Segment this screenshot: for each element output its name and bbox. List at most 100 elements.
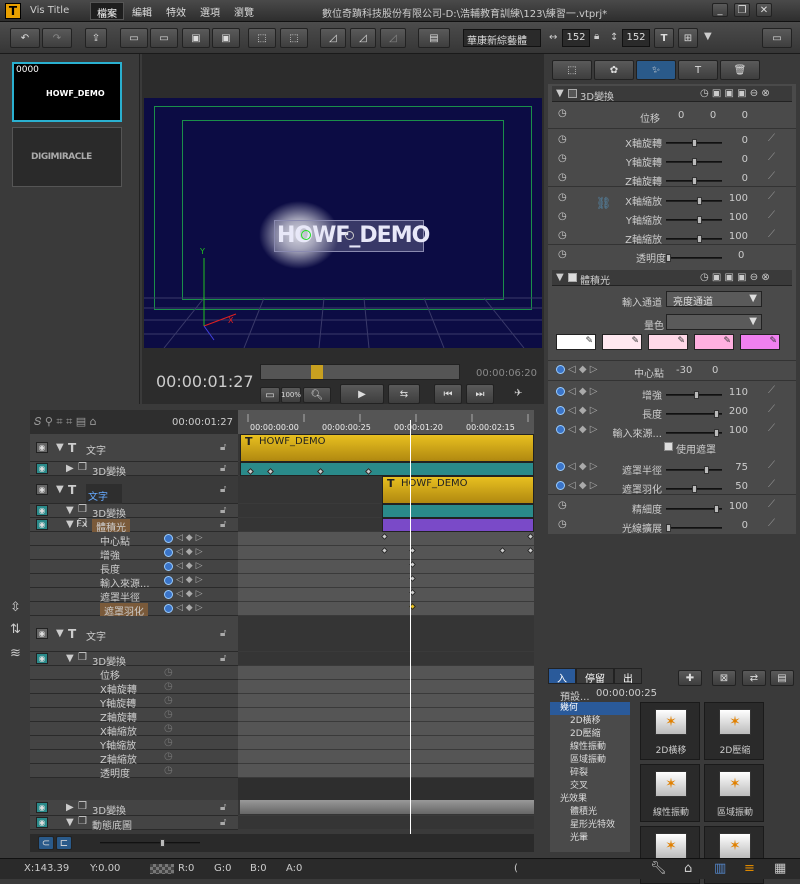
clip-bottom-bar[interactable] [240,800,534,814]
library-tab-2[interactable]: 出 [614,668,642,685]
lock-icon[interactable]: 🔓︎ [220,653,226,664]
eyedropper-icon[interactable]: ✎ [585,336,593,346]
effect-tile[interactable]: ✶ 線性振動 [640,764,700,822]
font-width-input[interactable]: 152 [562,29,590,47]
tab-effects-icon[interactable]: ✨︎ [636,60,676,80]
color-swatch[interactable]: ✎ [556,334,596,350]
section-volumetric-header[interactable]: ▼ 體積光 ◷ ▣ ▣ ▣ ⊖ ⊗ [552,270,792,287]
keyframe-nav-icon[interactable]: ◁ ◆ ▷ [568,386,597,397]
track-row[interactable]: ◉ ▼ T 🔓︎ 文字 [30,476,238,507]
preview-canvas[interactable]: Y X HOWF_DEMO [144,98,542,348]
property-value[interactable]: 0 [742,520,748,531]
align-button-3[interactable]: ◿ [380,28,406,48]
expand-icon[interactable]: ▼ [56,628,64,639]
keyframe-icon[interactable] [556,481,565,490]
eye-icon[interactable]: ◉ [36,519,48,530]
keyframe-icon[interactable] [164,604,173,613]
close-button[interactable]: ✕ [756,3,772,17]
import-button[interactable]: ⇪ [85,28,107,48]
category-header[interactable]: 光效果 [550,793,630,806]
home-icon[interactable]: ⌂ [684,861,692,876]
track-row[interactable]: Y軸旋轉 ◷ [30,694,238,710]
property-slider[interactable] [666,524,722,532]
curve-icon[interactable]: ⟋ [768,210,775,221]
eyedropper-icon[interactable]: ✎ [769,336,777,346]
property-value[interactable]: 0 [742,154,748,165]
play-button[interactable]: ▶ [340,384,384,404]
collapse-icon[interactable]: ▼ [556,272,564,283]
property-value[interactable]: 100 [729,193,748,204]
opacity-slider[interactable] [666,254,722,262]
clip-3d-1[interactable] [240,462,534,476]
input-channel-select[interactable]: 亮度通道 ▼ [666,291,762,308]
lock-icon[interactable]: 🔓︎ [220,628,226,639]
view-toggle-button[interactable]: ▭ [260,387,280,403]
zoom-select-button[interactable]: 🔍︎ [303,387,331,403]
align-button-1[interactable]: ◿ [320,28,346,48]
expand-icon[interactable]: ▼ [66,653,74,664]
menu-item-4[interactable]: 瀏覽 [228,2,260,20]
lock-icon[interactable]: 🔓︎ [220,505,226,516]
curve-icon[interactable]: ⟋ [768,191,775,202]
keyframe-nav-icon[interactable]: ◁ ◆ ▷ [176,547,203,557]
restore-button[interactable]: ❐ [734,3,750,17]
anchor-icon[interactable] [301,230,311,240]
curve-icon[interactable]: ⟋ [768,152,775,163]
category-item[interactable]: 星形光特效 [550,819,630,832]
keyframe-icon[interactable] [556,425,565,434]
new-button[interactable]: ▭ [120,28,148,48]
property-slider[interactable] [666,429,722,437]
checkbox-checked[interactable] [568,273,577,282]
curve-icon[interactable]: ⟋ [768,229,775,240]
track-lane[interactable] [238,816,534,830]
eye-icon[interactable]: ◉ [36,628,48,639]
layers-icon[interactable]: ≋ [10,646,21,661]
color-swatch[interactable]: ✎ [740,334,780,350]
slider-knob[interactable] [714,410,719,418]
property-value[interactable]: 100 [729,212,748,223]
property-value[interactable]: 200 [729,406,748,417]
list-view-button[interactable]: ▤ [770,670,794,686]
eye-icon[interactable]: ◉ [36,802,48,813]
keyframe-clock-icon[interactable]: ◷ [558,211,567,222]
checkbox[interactable] [568,89,577,98]
property-value[interactable]: 75 [735,462,748,473]
snap-icon[interactable]: ⇳ [10,600,21,615]
keyframe-clock-icon[interactable]: ◷ [558,230,567,241]
effect-tile[interactable]: ✶ 2D壓縮 [704,702,764,760]
keyframe-nav-icon[interactable]: ◁ ◆ ▷ [176,561,203,571]
wrench-icon[interactable]: 🔧︎ [650,861,667,876]
track-row[interactable]: X軸縮放 ◷ [30,722,238,738]
curve-icon[interactable]: ⟋ [768,518,775,529]
menu-item-1[interactable]: 編輯 [126,2,158,20]
property-value[interactable]: 50 [735,481,748,492]
track-row[interactable]: X軸旋轉 ◷ [30,680,238,696]
eye-icon[interactable]: ◉ [36,484,48,495]
keyframe-nav-icon[interactable]: ◁ ◆ ▷ [568,405,597,416]
slider-knob[interactable] [694,391,699,399]
keyframe-icon[interactable] [164,590,173,599]
eye-icon[interactable]: ◉ [36,463,48,474]
playhead[interactable] [410,420,411,840]
preview-text-object[interactable]: HOWF_DEMO [274,220,430,252]
property-slider[interactable] [666,505,722,513]
lock-icon[interactable]: 🔓︎ [220,802,226,813]
property-slider[interactable] [666,466,722,474]
property-slider[interactable] [666,391,722,399]
keyframe-clock-icon[interactable]: ◷ [558,108,567,119]
keyframe-icon[interactable] [556,365,565,374]
color-select[interactable]: ▼ [666,314,762,330]
curve-icon[interactable]: ⟋ [768,479,775,490]
expand-icon[interactable]: ▶ [66,802,74,813]
category-item[interactable]: 區域振動 [550,754,630,767]
toolbar-dropdown-icon[interactable]: ▼ [704,31,712,42]
text-tool-button[interactable]: T [654,28,674,48]
property-slider[interactable] [666,235,722,243]
curve-icon[interactable]: ⟋ [768,133,775,144]
keyframe-nav-icon[interactable]: ◁ ◆ ▷ [176,589,203,599]
tab-trash-icon[interactable]: 🗑︎ [720,60,760,80]
track-row[interactable]: ◉ ▼ T 🔓︎ 文字 [30,616,238,652]
refresh-button[interactable]: ⇄ [742,670,766,686]
expand-icon[interactable]: ▶ [66,463,74,474]
keyframe-clock-icon[interactable]: ◷ [558,192,567,203]
